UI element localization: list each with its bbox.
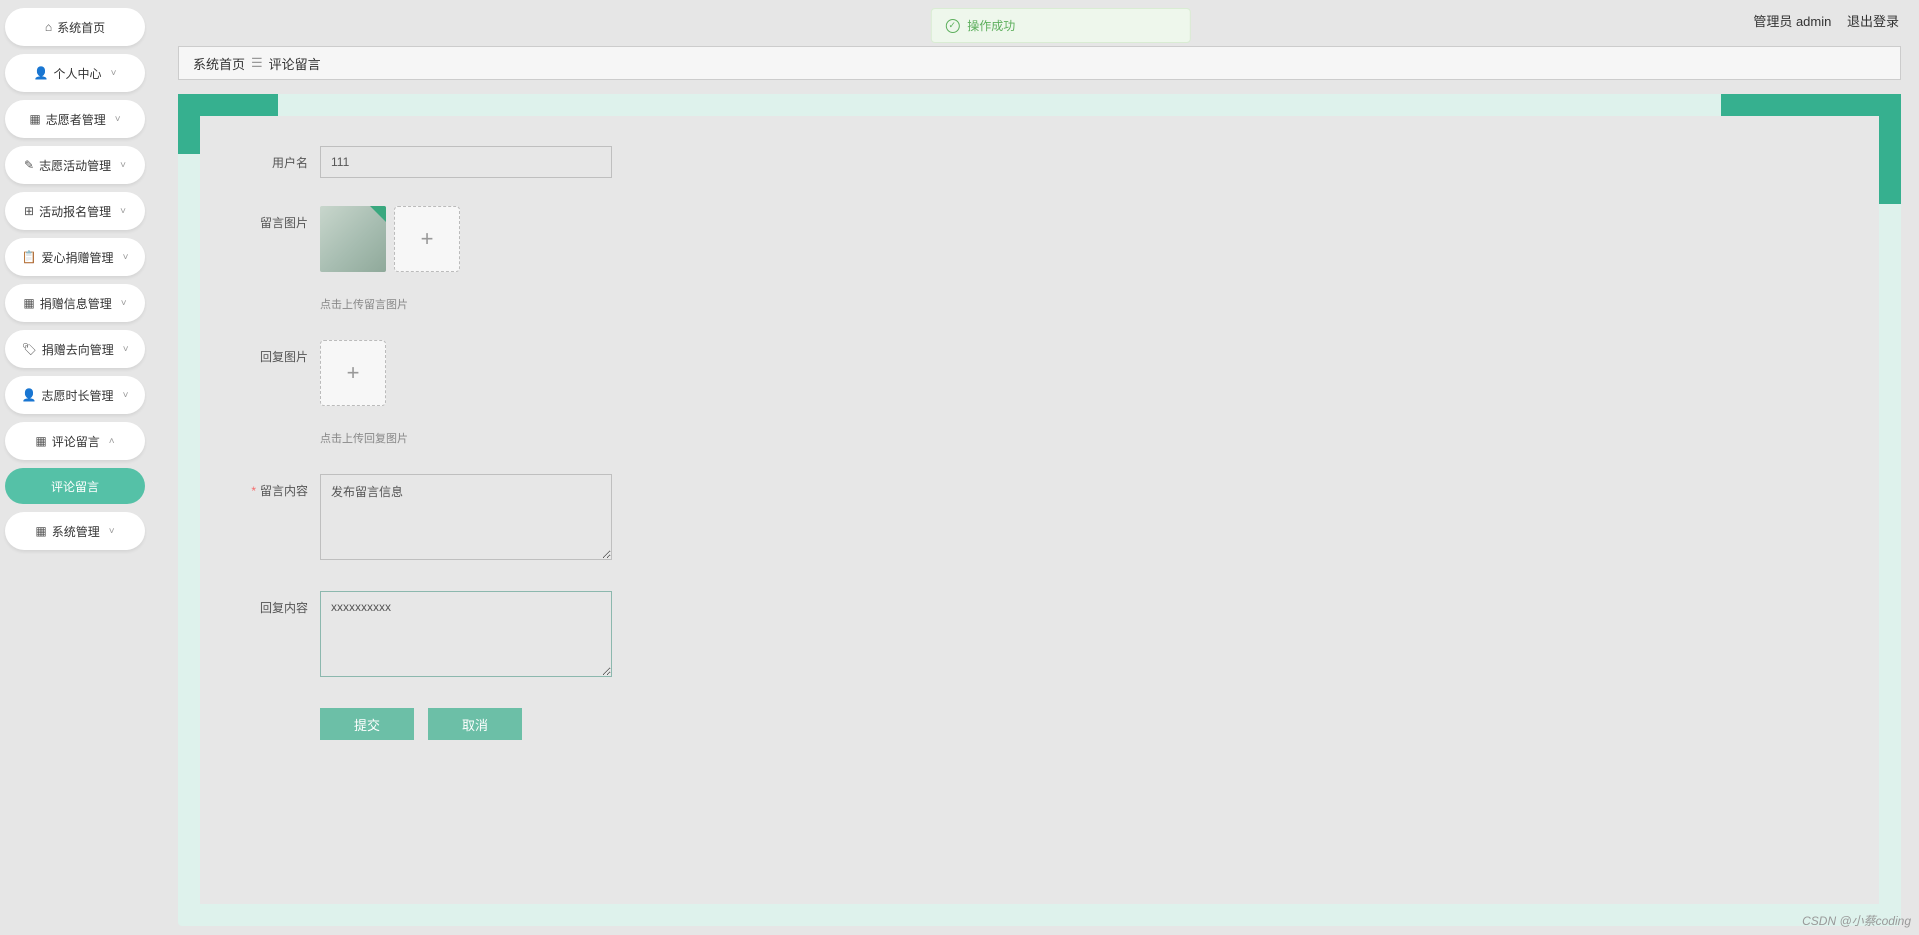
chevron-down-icon: ˅ xyxy=(111,68,117,79)
sidebar-sub-item-comments[interactable]: 评论留言 xyxy=(5,468,145,504)
clipboard-icon: 📋 xyxy=(22,250,37,264)
username-label: 用户名 xyxy=(236,146,308,171)
chevron-down-icon: ˅ xyxy=(115,114,121,125)
sidebar-item-label: 系统管理 xyxy=(52,523,100,540)
home-icon: ⌂ xyxy=(45,20,52,34)
chevron-down-icon: ˅ xyxy=(109,526,115,537)
toast-text: 操作成功 xyxy=(967,17,1015,34)
sidebar-item-label: 捐赠去向管理 xyxy=(42,341,114,358)
success-toast: ✓ 操作成功 xyxy=(930,8,1190,43)
edit-icon: ✎ xyxy=(24,158,34,172)
admin-link[interactable]: 管理员 admin xyxy=(1753,14,1831,29)
sidebar-item-label: 爱心捐赠管理 xyxy=(42,249,114,266)
sidebar-item-label: 评论留言 xyxy=(52,433,100,450)
grid-icon: ▦ xyxy=(23,296,34,310)
sidebar-item-personal[interactable]: 👤 个人中心 ˅ xyxy=(5,54,145,92)
chevron-up-icon: ˄ xyxy=(109,436,115,447)
form-panel: 用户名 留言图片 + 点击上传留言图片 回复 xyxy=(200,116,1879,904)
msg-image-preview[interactable] xyxy=(320,206,386,272)
main-area: 平台的设计与实现 管理员 admin 退出登录 ✓ 操作成功 系统首页 ☰ 评论… xyxy=(160,0,1919,935)
reply-image-hint: 点击上传回复图片 xyxy=(320,430,408,446)
sidebar-submenu: 评论留言 xyxy=(5,468,145,504)
logout-link[interactable]: 退出登录 xyxy=(1847,14,1899,29)
msg-image-label: 留言图片 xyxy=(236,206,308,231)
grid-icon: ▦ xyxy=(35,434,46,448)
sidebar-item-label: 个人中心 xyxy=(54,65,102,82)
sidebar-item-label: 活动报名管理 xyxy=(39,203,111,220)
msg-image-upload-button[interactable]: + xyxy=(394,206,460,272)
msg-image-hint: 点击上传留言图片 xyxy=(320,296,460,312)
submit-button[interactable]: 提交 xyxy=(320,708,414,740)
sidebar-item-donation[interactable]: 📋 爱心捐赠管理 ˅ xyxy=(5,238,145,276)
username-input[interactable] xyxy=(320,146,612,178)
sidebar-item-home[interactable]: ⌂ 系统首页 xyxy=(5,8,145,46)
sidebar-item-donation-info[interactable]: ▦ 捐赠信息管理 ˅ xyxy=(5,284,145,322)
reply-content-label: 回复内容 xyxy=(236,591,308,616)
reply-image-label: 回复图片 xyxy=(236,340,308,365)
sidebar-item-label: 志愿时长管理 xyxy=(42,387,114,404)
chevron-down-icon: ˅ xyxy=(120,206,126,217)
grid-icon: ⊞ xyxy=(24,204,34,218)
plus-icon: + xyxy=(347,360,360,386)
msg-content-textarea[interactable] xyxy=(320,474,612,560)
grid-icon: ▦ xyxy=(29,112,40,126)
check-icon: ✓ xyxy=(945,19,959,33)
breadcrumb-current: 评论留言 xyxy=(269,54,321,73)
sidebar-item-label: 系统首页 xyxy=(57,19,105,36)
breadcrumb-root[interactable]: 系统首页 xyxy=(193,54,245,73)
sidebar: ⌂ 系统首页 👤 个人中心 ˅ ▦ 志愿者管理 ˅ ✎ 志愿活动管理 ˅ ⊞ 活… xyxy=(0,0,150,935)
sidebar-item-donation-dest[interactable]: 🏷 捐赠去向管理 ˅ xyxy=(5,330,145,368)
sidebar-item-comments[interactable]: ▦ 评论留言 ˄ xyxy=(5,422,145,460)
cancel-button[interactable]: 取消 xyxy=(428,708,522,740)
chevron-down-icon: ˅ xyxy=(123,344,129,355)
chevron-down-icon: ˅ xyxy=(123,390,129,401)
user-icon: 👤 xyxy=(34,66,49,80)
sidebar-item-system[interactable]: ▦ 系统管理 ˅ xyxy=(5,512,145,550)
chevron-down-icon: ˅ xyxy=(121,298,127,309)
sidebar-item-label: 志愿者管理 xyxy=(46,111,106,128)
watermark: CSDN @小蔡coding xyxy=(1802,912,1911,929)
breadcrumb: 系统首页 ☰ 评论留言 xyxy=(178,46,1901,80)
sidebar-item-label: 捐赠信息管理 xyxy=(40,295,112,312)
breadcrumb-separator-icon: ☰ xyxy=(251,56,263,71)
user-icon: 👤 xyxy=(22,388,37,402)
chevron-down-icon: ˅ xyxy=(123,252,129,263)
grid-icon: ▦ xyxy=(35,524,46,538)
sidebar-item-volunteer-activity[interactable]: ✎ 志愿活动管理 ˅ xyxy=(5,146,145,184)
sidebar-item-volunteer-hours[interactable]: 👤 志愿时长管理 ˅ xyxy=(5,376,145,414)
sidebar-item-activity-signup[interactable]: ⊞ 活动报名管理 ˅ xyxy=(5,192,145,230)
content-panel: 用户名 留言图片 + 点击上传留言图片 回复 xyxy=(178,94,1901,926)
sidebar-item-volunteer[interactable]: ▦ 志愿者管理 ˅ xyxy=(5,100,145,138)
reply-image-upload-button[interactable]: + xyxy=(320,340,386,406)
tag-icon: 🏷 xyxy=(21,342,36,356)
chevron-down-icon: ˅ xyxy=(120,160,126,171)
sidebar-item-label: 志愿活动管理 xyxy=(39,157,111,174)
reply-content-textarea[interactable] xyxy=(320,591,612,677)
msg-content-label: 留言内容 xyxy=(236,474,308,499)
plus-icon: + xyxy=(421,226,434,252)
